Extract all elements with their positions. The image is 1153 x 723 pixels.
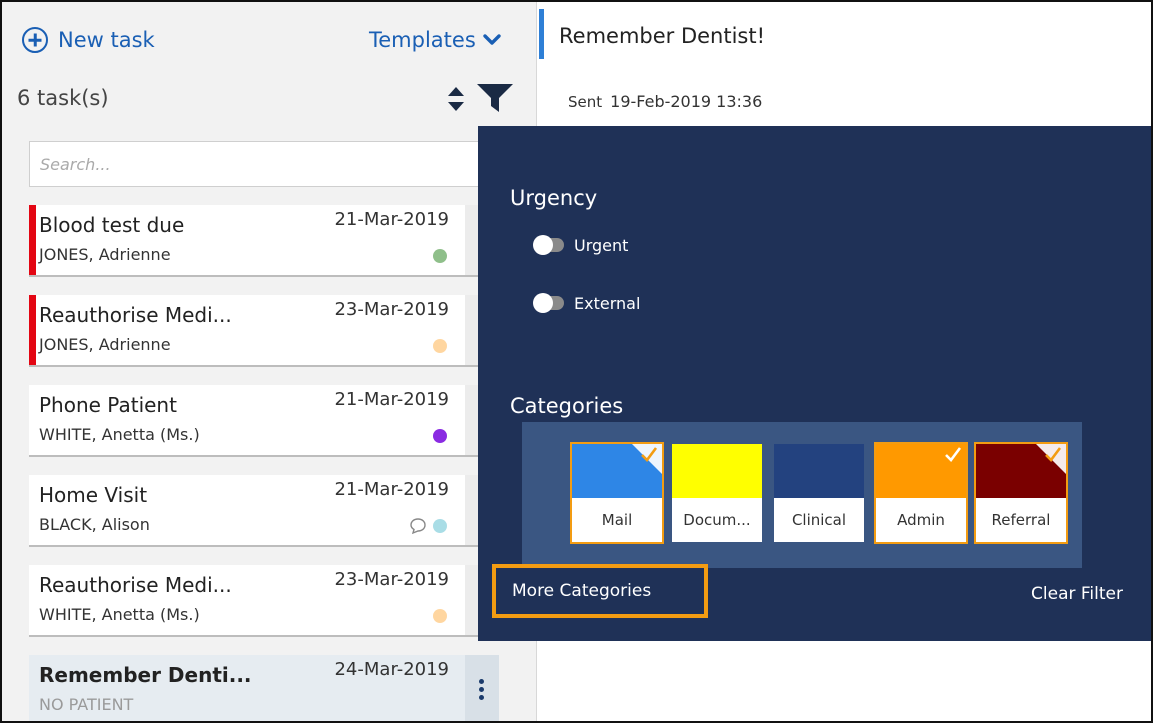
category-label: Referral bbox=[976, 498, 1066, 542]
toggle-label: Urgent bbox=[574, 235, 629, 255]
task-item[interactable]: Phone Patient WHITE, Anetta (Ms.) 21-Mar… bbox=[29, 385, 499, 457]
category-label: Clinical bbox=[774, 498, 864, 542]
sort-icon[interactable] bbox=[446, 85, 466, 113]
task-item[interactable]: Blood test due JONES, Adrienne 21-Mar-20… bbox=[29, 205, 499, 277]
status-dot bbox=[433, 519, 447, 533]
detail-title: Remember Dentist! bbox=[559, 24, 766, 48]
task-date: 21-Mar-2019 bbox=[334, 479, 449, 500]
task-item[interactable]: Reauthorise Medi... JONES, Adrienne 23-M… bbox=[29, 295, 499, 367]
task-item[interactable]: Reauthorise Medi... WHITE, Anetta (Ms.) … bbox=[29, 565, 499, 637]
new-task-label: New task bbox=[58, 28, 155, 52]
templates-label: Templates bbox=[369, 28, 476, 52]
category-clinical[interactable]: Clinical bbox=[774, 444, 864, 542]
task-patient: JONES, Adrienne bbox=[39, 245, 171, 264]
more-categories-button[interactable]: More Categories bbox=[492, 564, 708, 618]
category-admin[interactable]: Admin bbox=[874, 442, 968, 544]
task-date: 21-Mar-2019 bbox=[334, 209, 449, 230]
task-date: 24-Mar-2019 bbox=[334, 659, 449, 680]
task-patient: WHITE, Anetta (Ms.) bbox=[39, 605, 200, 624]
task-title: Blood test due bbox=[39, 213, 185, 237]
task-title: Remember Denti... bbox=[39, 663, 252, 687]
category-swatch bbox=[774, 444, 864, 498]
category-documents[interactable]: Docum... bbox=[672, 444, 762, 542]
status-dot bbox=[433, 249, 447, 263]
task-item-selected[interactable]: Remember Denti... NO PATIENT 24-Mar-2019 bbox=[29, 655, 499, 721]
task-title: Reauthorise Medi... bbox=[39, 303, 232, 327]
task-title: Reauthorise Medi... bbox=[39, 573, 232, 597]
category-label: Admin bbox=[876, 498, 966, 542]
filter-icon[interactable] bbox=[475, 82, 515, 114]
chevron-down-icon bbox=[483, 34, 501, 45]
status-dot bbox=[433, 609, 447, 623]
add-circle-icon bbox=[22, 27, 48, 53]
category-mail[interactable]: Mail bbox=[570, 442, 664, 544]
templates-dropdown[interactable]: Templates bbox=[369, 25, 502, 55]
toggle-switch bbox=[533, 235, 564, 255]
category-swatch bbox=[672, 444, 762, 498]
app-window: New task Templates 6 task(s) Blood test bbox=[0, 0, 1153, 723]
status-dot bbox=[433, 429, 447, 443]
search-box bbox=[29, 141, 503, 187]
external-toggle[interactable]: External bbox=[533, 291, 641, 315]
detail-accent-bar bbox=[539, 9, 544, 59]
check-icon bbox=[945, 447, 962, 462]
search-input[interactable] bbox=[40, 154, 440, 174]
task-patient: NO PATIENT bbox=[39, 695, 134, 714]
check-icon bbox=[1045, 447, 1062, 462]
task-list-panel: New task Templates 6 task(s) Blood test bbox=[2, 2, 537, 721]
task-item[interactable]: Home Visit BLACK, Alison 21-Mar-2019 bbox=[29, 475, 499, 547]
category-referral[interactable]: Referral bbox=[974, 442, 1068, 544]
clear-filter-button[interactable]: Clear Filter bbox=[1031, 584, 1123, 604]
status-dot bbox=[433, 339, 447, 353]
comment-icon bbox=[410, 518, 426, 535]
task-patient: WHITE, Anetta (Ms.) bbox=[39, 425, 200, 444]
category-panel: Mail Docum... Clinical Admin Referral bbox=[522, 422, 1082, 568]
task-date: 23-Mar-2019 bbox=[334, 569, 449, 590]
task-menu-button[interactable] bbox=[465, 655, 499, 721]
task-patient: JONES, Adrienne bbox=[39, 335, 171, 354]
check-icon bbox=[641, 447, 658, 462]
task-patient: BLACK, Alison bbox=[39, 515, 150, 534]
task-count: 6 task(s) bbox=[17, 86, 109, 110]
new-task-button[interactable]: New task bbox=[22, 25, 155, 55]
task-date: 21-Mar-2019 bbox=[334, 389, 449, 410]
toggle-switch bbox=[533, 293, 564, 313]
urgent-toggle[interactable]: Urgent bbox=[533, 233, 629, 257]
category-label: Mail bbox=[572, 498, 662, 542]
category-label: Docum... bbox=[672, 498, 762, 542]
task-title: Phone Patient bbox=[39, 393, 177, 417]
sent-label: Sent bbox=[568, 93, 603, 111]
categories-heading: Categories bbox=[510, 394, 624, 418]
kebab-menu-icon bbox=[479, 679, 484, 701]
detail-sent: Sent 19-Feb-2019 13:36 bbox=[568, 92, 762, 111]
task-date: 23-Mar-2019 bbox=[334, 299, 449, 320]
filter-panel: Urgency Urgent External Categories Mail … bbox=[478, 126, 1151, 641]
sent-value: 19-Feb-2019 13:36 bbox=[610, 92, 763, 111]
task-title: Home Visit bbox=[39, 483, 148, 507]
toggle-label: External bbox=[574, 293, 641, 313]
urgency-heading: Urgency bbox=[510, 186, 598, 210]
